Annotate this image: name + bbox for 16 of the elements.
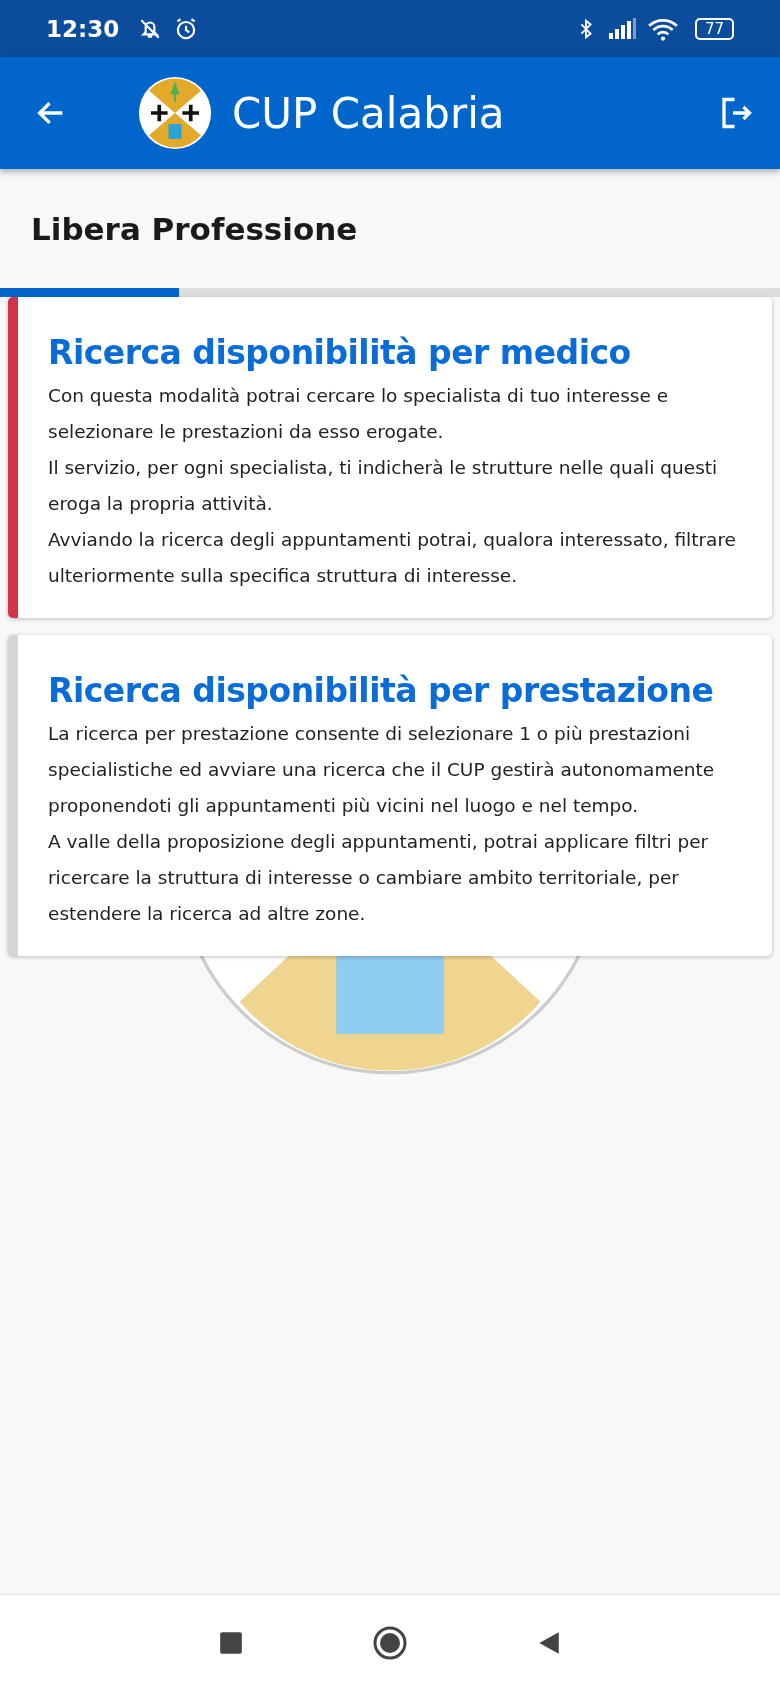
square-icon <box>218 1629 244 1656</box>
circle-icon <box>372 1624 408 1661</box>
signal-icon <box>606 16 637 41</box>
card-description: Con questa modalità potrai cercare lo specialista di tuo interesse e selezionare le prestazioni da esso erogate. <box>48 384 670 444</box>
card-title: Ricerca disponibilità per medico <box>48 333 632 372</box>
app-title: CUP Calabria <box>232 88 505 138</box>
card-title: Ricerca disponibilità per prestazione <box>48 671 715 710</box>
card-description: Il servizio, per ogni specialista, ti indicherà le strutture nelle quali questi eroga la propria attività. <box>48 456 719 516</box>
card-description: La ricerca per prestazione consente di selezionare 1 o più prestazioni specialistiche ed avviare una ricerca che il CUP gestirà autonomamente proponendoti gli appuntamenti più vicini nel luogo e nel tempo. <box>48 722 716 818</box>
card-description: A valle della proposizione degli appuntamenti, potrai applicare filtri per ricercare la struttura di interesse o cambiare ambito territoriale, per estendere la ricerca ad altre zone. <box>48 830 710 926</box>
card-description: Avviando la ricerca degli appuntamenti potrai, qualora interessato, filtrare ulteriormente sulla specifica struttura di interesse. <box>48 528 737 588</box>
region-emblem-icon <box>138 76 212 150</box>
option-card[interactable] <box>8 297 772 618</box>
battery-indicator: 77 <box>694 17 734 40</box>
page-title: Libera Professione <box>31 210 358 247</box>
clock-time: 12:30 <box>46 15 120 42</box>
